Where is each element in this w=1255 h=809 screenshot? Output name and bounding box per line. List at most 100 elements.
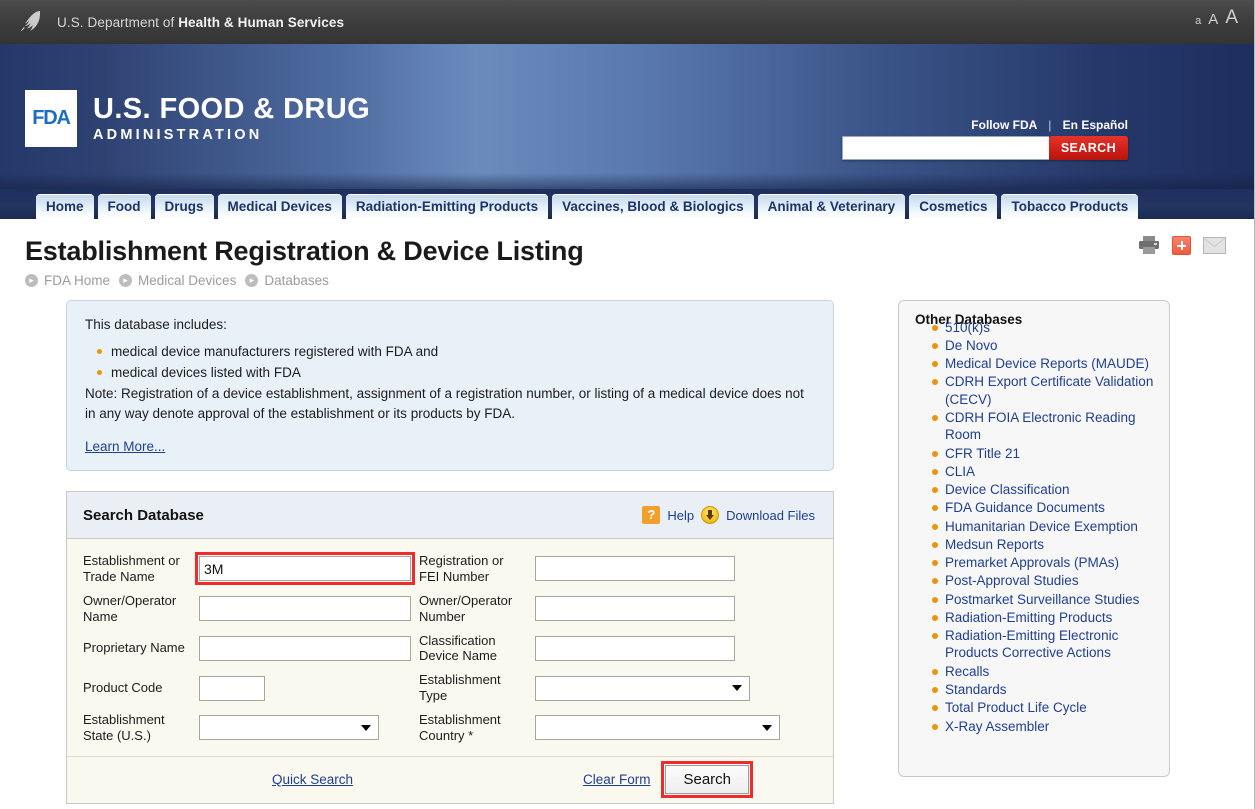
main-columns: This database includes: medical device m… [0,288,1254,804]
chevron-down-icon [762,724,772,731]
breadcrumb: ▸ FDA Home ▸ Medical Devices ▸ Databases [25,273,1254,288]
font-size-controls: a A A [1195,8,1238,27]
search-panel-header: Search Database ? Help Download Files [67,492,833,540]
product-code-label: Product Code [83,680,163,696]
breadcrumb-item-fda-home[interactable]: FDA Home [44,273,110,288]
establishment-state-select[interactable] [199,715,379,741]
other-db-item-510ks[interactable]: 510(k)s [932,319,1157,336]
other-db-item-postmarket-surveillance-studies[interactable]: Postmarket Surveillance Studies [932,591,1157,608]
hhs-eagle-icon [20,11,41,32]
nav-tab-food[interactable]: Food [97,193,151,219]
search-form-buttons: Clear Form Search [583,761,753,799]
other-db-item-medsun-reports[interactable]: Medsun Reports [932,536,1157,553]
follow-fda-link[interactable]: Follow FDA [971,118,1037,132]
owner-operator-name-input[interactable] [199,596,411,622]
owner-operator-number-label: Owner/Operator Number [419,592,513,624]
right-column: Other Databases 510(k)s De Novo Medical … [836,299,1170,804]
search-panel-title: Search Database [83,506,204,524]
en-espanol-link[interactable]: En Español [1063,118,1128,132]
other-db-item-post-approval-studies[interactable]: Post-Approval Studies [932,572,1157,589]
print-icon[interactable] [1138,235,1160,255]
other-db-item-cfr-title-21[interactable]: CFR Title 21 [932,445,1157,462]
fda-title-line2: ADMINISTRATION [93,127,263,144]
other-db-item-standards[interactable]: Standards [932,681,1157,698]
other-db-item-device-classification[interactable]: Device Classification [932,481,1157,498]
establishment-type-select[interactable] [535,675,750,701]
establishment-name-label: Establishment or Trade Name [83,553,180,584]
fda-logo-mark: FDA [25,90,77,147]
other-db-item-x-ray-assembler[interactable]: X-Ray Assembler [932,718,1157,735]
breadcrumb-arrow-icon: ▸ [25,273,38,287]
fda-logo[interactable]: FDA U.S. FOOD & DRUG ADMINISTRATION [25,90,370,147]
other-db-item-clia[interactable]: CLIA [932,463,1157,480]
download-icon[interactable] [701,506,720,525]
other-db-item-premarket-approvals[interactable]: Premarket Approvals (PMAs) [932,554,1157,571]
font-size-small-button[interactable]: a [1195,16,1201,27]
database-info-box: This database includes: medical device m… [66,299,834,472]
font-size-medium-button[interactable]: A [1208,12,1218,27]
fda-title-line1: U.S. FOOD & DRUG [93,92,371,125]
nav-tab-radiation-emitting-products[interactable]: Radiation-Emitting Products [345,193,549,219]
hhs-label-bold: Health & Human Services [178,14,345,30]
page-header: Establishment Registration & Device List… [0,219,1254,288]
other-db-item-maude[interactable]: Medical Device Reports (MAUDE) [932,355,1157,372]
owner-operator-name-label: Owner/Operator Name [83,592,177,624]
help-icon[interactable]: ? [642,506,661,525]
nav-tab-animal-veterinary[interactable]: Animal & Veterinary [757,193,906,219]
download-files-link[interactable]: Download Files [726,508,815,523]
chevron-down-icon [732,685,742,692]
nav-tab-drugs[interactable]: Drugs [154,193,214,219]
left-column: This database includes: medical device m… [0,299,836,804]
other-db-item-cecv[interactable]: CDRH Export Certificate Validation (CECV… [932,373,1157,408]
nav-tab-medical-devices[interactable]: Medical Devices [217,193,342,219]
search-form: Establishment or Trade Name Registration… [67,539,833,756]
help-link[interactable]: Help [667,508,694,523]
proprietary-name-input[interactable] [199,635,411,661]
search-submit-button[interactable]: Search [661,761,753,799]
nav-tab-vaccines-blood-biologics[interactable]: Vaccines, Blood & Biologics [552,193,754,219]
clear-form-link[interactable]: Clear Form [583,772,651,787]
other-db-item-recalls[interactable]: Recalls [932,663,1157,680]
primary-nav: Home Food Drugs Medical Devices Radiatio… [0,189,1254,219]
breadcrumb-item-medical-devices[interactable]: Medical Devices [138,273,236,288]
other-db-item-humanitarian-device-exemption[interactable]: Humanitarian Device Exemption [932,518,1157,535]
learn-more-link[interactable]: Learn More... [85,437,165,457]
owner-operator-number-input[interactable] [535,596,735,622]
other-db-item-de-novo[interactable]: De Novo [932,337,1157,354]
fda-logo-text: FDA [32,107,71,129]
other-databases-panel: Other Databases 510(k)s De Novo Medical … [898,299,1170,777]
establishment-name-input[interactable] [195,552,415,586]
establishment-state-label: Establishment State (U.S.) [83,711,165,743]
other-db-item-radiation-emitting-products[interactable]: Radiation-Emitting Products [932,609,1157,626]
quick-search-link[interactable]: Quick Search [272,772,353,787]
site-search-button[interactable]: SEARCH [1048,136,1128,160]
info-bullet-list: medical device manufacturers registered … [85,342,817,382]
establishment-country-select[interactable] [535,715,780,741]
breadcrumb-item-databases[interactable]: Databases [264,273,329,288]
page-content: Establishment Registration & Device List… [0,219,1254,804]
share-icon[interactable] [1172,235,1191,255]
hhs-label: U.S. Department of Health & Human Servic… [57,15,344,30]
chevron-down-icon [361,724,371,731]
page-tools [1138,235,1226,255]
nav-tab-tobacco-products[interactable]: Tobacco Products [1001,193,1139,219]
search-form-footer: Quick Search Clear Form Search [67,755,833,803]
nav-tab-cosmetics[interactable]: Cosmetics [909,193,998,219]
email-icon[interactable] [1203,236,1226,254]
font-size-large-button[interactable]: A [1225,8,1238,27]
other-db-item-radiation-corrective-actions[interactable]: Radiation-Emitting Electronic Products C… [932,627,1157,662]
fda-banner: FDA U.S. FOOD & DRUG ADMINISTRATION Foll… [0,44,1254,189]
breadcrumb-arrow-icon: ▸ [119,273,133,287]
info-note: Note: Registration of a device establish… [85,386,804,421]
classification-device-name-label: Classification Device Name [419,632,498,664]
classification-device-name-input[interactable] [535,635,735,661]
registration-number-input[interactable] [535,556,735,582]
product-code-input[interactable] [199,675,265,701]
site-search-input[interactable] [841,136,1049,160]
other-db-item-guidance-documents[interactable]: FDA Guidance Documents [932,499,1157,516]
fda-page: U.S. Department of Health & Human Servic… [0,0,1255,809]
other-db-item-foia-reading-room[interactable]: CDRH FOIA Electronic Reading Room [932,409,1157,444]
other-db-item-total-product-life-cycle[interactable]: Total Product Life Cycle [932,699,1157,716]
nav-tab-home[interactable]: Home [36,193,94,219]
registration-number-label: Registration or FEI Number [419,553,504,584]
